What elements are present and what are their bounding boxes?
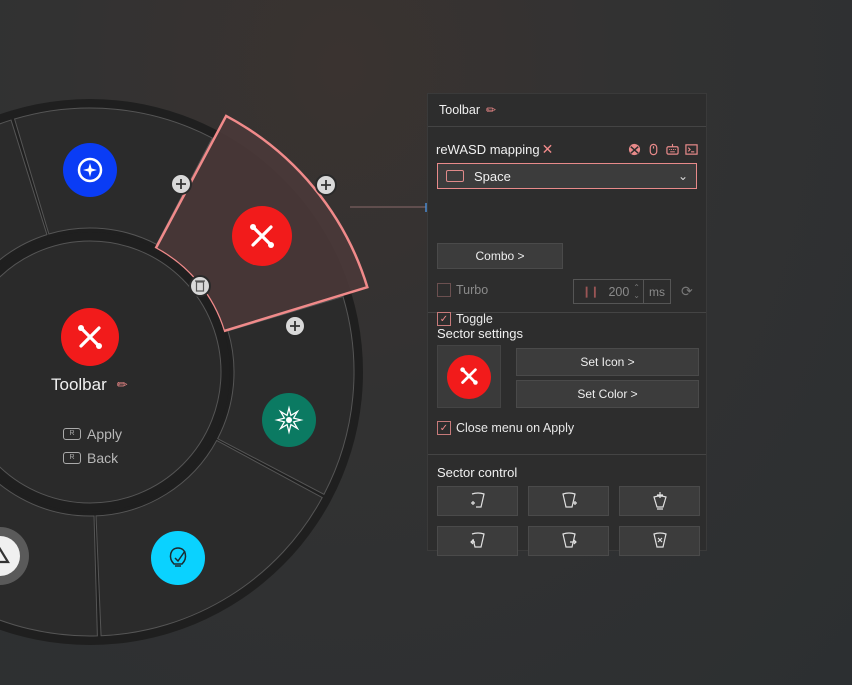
center-title-text: Toolbar <box>51 375 107 394</box>
sector-move-left-icon <box>469 532 485 548</box>
turbo-checkbox[interactable] <box>437 283 451 297</box>
terminal-icon[interactable] <box>685 143 698 156</box>
sector-control-section: Sector control <box>428 455 706 565</box>
apply-hint: R Apply <box>63 426 122 442</box>
add-sector-right-button[interactable] <box>528 486 609 516</box>
delete-sector-trash-icon[interactable] <box>189 275 211 297</box>
preview-icon-circle <box>447 354 491 399</box>
add-sector-outer-plus-icon[interactable] <box>315 174 337 196</box>
clear-mapping-x-icon[interactable]: ✕ <box>542 141 554 158</box>
right-bumper-icon: R <box>63 452 81 464</box>
sector-move-right-icon <box>561 532 577 548</box>
sector-control-title: Sector control <box>437 465 518 480</box>
add-sector-left-button[interactable] <box>437 486 518 516</box>
turbo-row: Turbo <box>437 283 488 297</box>
panel-title: Toolbar <box>439 103 480 117</box>
mouse-icon[interactable] <box>647 143 660 156</box>
move-sector-left-button[interactable] <box>437 526 518 556</box>
add-sector-after-plus-icon[interactable] <box>284 315 306 337</box>
sector-control-grid <box>437 486 700 556</box>
panel-header: Toolbar ✏ <box>428 94 706 127</box>
add-sector-before-plus-icon[interactable] <box>170 173 192 195</box>
back-hint-label: Back <box>87 450 119 466</box>
keyboard-icon[interactable] <box>666 143 679 156</box>
mapping-section: reWASD mapping ✕ Space ⌄ Combo > Turbo ❙… <box>428 138 706 326</box>
sector-add-left-icon <box>470 492 485 508</box>
close-on-apply-checkbox[interactable]: ✓ <box>437 421 451 435</box>
stepper-down-icon[interactable]: ⌄ <box>633 291 640 300</box>
mapping-title: reWASD mapping <box>436 141 540 157</box>
sector-add-submenu-icon <box>652 492 667 510</box>
chevron-down-icon: ⌄ <box>677 169 688 183</box>
move-sector-right-button[interactable] <box>528 526 609 556</box>
xbox-icon[interactable] <box>628 143 641 156</box>
close-on-apply-label: Close menu on Apply <box>456 421 575 435</box>
radial-menu <box>0 99 427 645</box>
set-color-button[interactable]: Set Color > <box>516 380 699 408</box>
sector-add-right-icon <box>561 492 577 508</box>
sector-idea-icon-circle <box>151 531 205 585</box>
turbo-stepper[interactable]: ⌃ ⌄ <box>633 283 640 300</box>
back-hint: R Back <box>63 450 118 466</box>
turbo-interval-field[interactable]: ❙❙ 200 ⌃ ⌄ ms <box>573 279 671 304</box>
turbo-label: Turbo <box>456 283 489 297</box>
rename-pencil-icon[interactable]: ✏ <box>117 377 128 393</box>
sector-settings-section: Sector settings Set Icon > Set Color > ✓… <box>428 313 706 455</box>
delete-sector-button[interactable] <box>619 526 700 556</box>
keyboard-key-icon <box>446 170 464 182</box>
pause-icon: ❙❙ <box>582 286 599 298</box>
edit-title-pencil-icon[interactable]: ✏ <box>486 103 496 117</box>
add-submenu-button[interactable] <box>619 486 700 516</box>
set-icon-button[interactable]: Set Icon > <box>516 348 699 376</box>
right-trigger-icon: R <box>63 428 81 440</box>
wrench-screwdriver-icon <box>460 366 478 385</box>
sector-settings-title: Sector settings <box>437 326 523 341</box>
sector-icon-preview <box>437 345 501 408</box>
source-icons <box>628 143 698 156</box>
mapping-select[interactable]: Space ⌄ <box>437 163 697 189</box>
apply-hint-label: Apply <box>87 426 123 442</box>
settings-panel: Toolbar ✏ reWASD mapping ✕ Space ⌄ Combo… <box>427 93 707 556</box>
combo-button[interactable]: Combo > <box>437 243 563 269</box>
turbo-interval-value[interactable]: 200 <box>598 285 629 299</box>
sector-delete-icon <box>652 532 667 548</box>
close-on-apply-row: ✓ Close menu on Apply <box>437 421 574 435</box>
turbo-unit: ms <box>643 280 670 303</box>
mapping-select-value: Space <box>474 168 511 184</box>
reset-icon[interactable]: ⟳ <box>681 283 693 300</box>
center-title: Toolbar ✏ <box>51 375 128 395</box>
